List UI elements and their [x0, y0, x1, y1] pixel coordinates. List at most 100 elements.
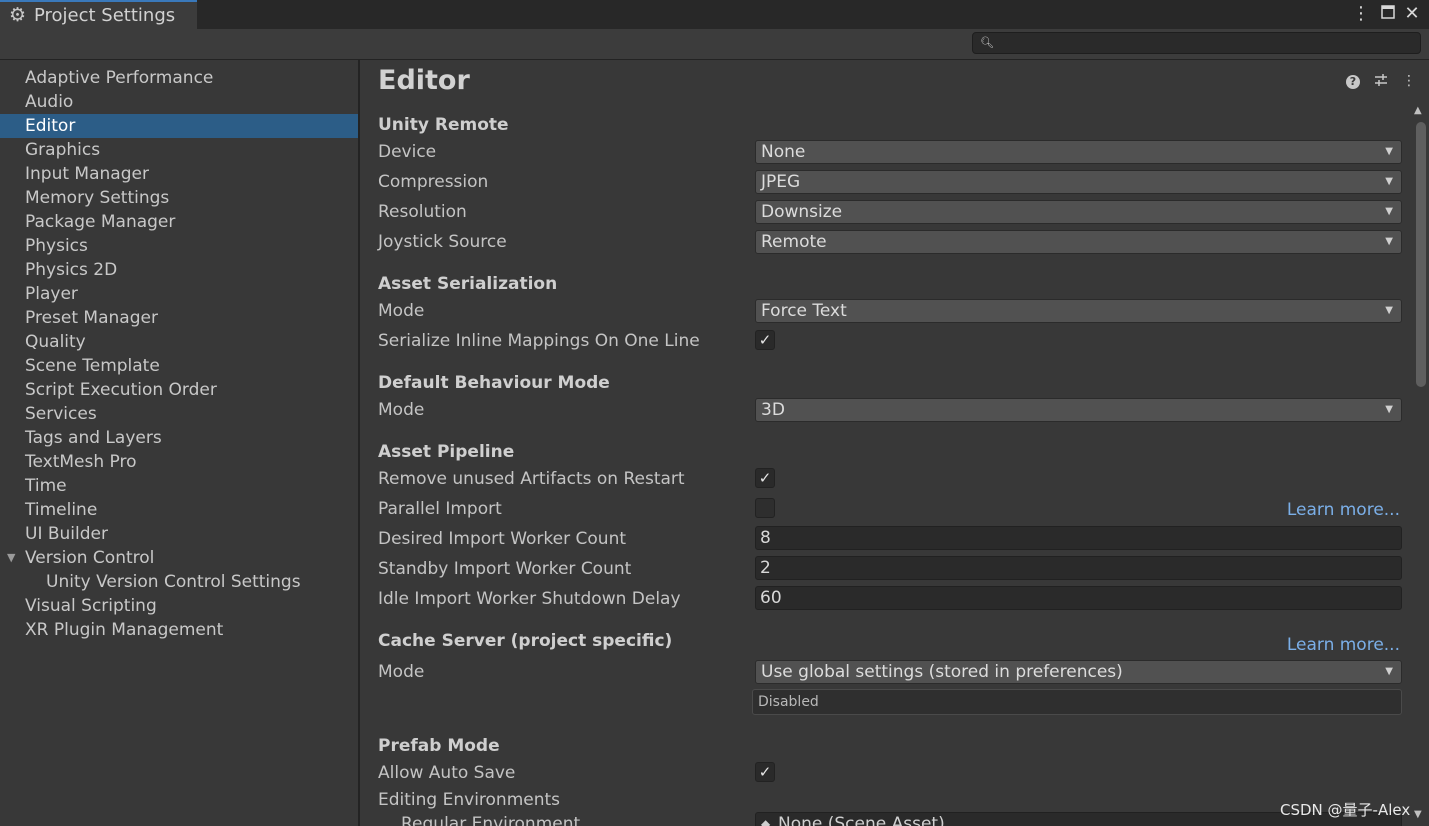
- vertical-scrollbar[interactable]: ▲ ▼: [1409, 105, 1429, 826]
- learn-more-link[interactable]: Learn more...: [1287, 635, 1400, 655]
- sidebar-item-adaptive-performance[interactable]: Adaptive Performance: [0, 66, 358, 90]
- idle-shutdown-delay-value: 60: [760, 588, 782, 608]
- regular-environment-label: Regular Environment: [401, 814, 581, 826]
- section-heading-asset-serialization: Asset Serialization: [378, 274, 558, 294]
- checkmark-icon: ✓: [758, 763, 772, 781]
- resolution-value: Downsize: [761, 202, 843, 222]
- standby-worker-count-label: Standby Import Worker Count: [378, 559, 632, 579]
- sidebar-item-label: UI Builder: [25, 524, 108, 544]
- kebab-menu-icon[interactable]: ⋮: [1400, 72, 1418, 90]
- window-title: Project Settings: [34, 5, 176, 26]
- sidebar-item-label: Tags and Layers: [25, 428, 162, 448]
- joystick-source-dropdown[interactable]: Remote ▼: [755, 230, 1402, 254]
- sidebar-item-quality[interactable]: Quality: [0, 330, 358, 354]
- compression-value: JPEG: [761, 172, 801, 192]
- dropdown-arrow-icon: ▼: [1385, 146, 1393, 157]
- device-value: None: [761, 142, 806, 162]
- scrollbar-thumb[interactable]: [1416, 122, 1426, 387]
- behaviour-mode-label: Mode: [378, 400, 425, 420]
- parallel-import-label: Parallel Import: [378, 499, 502, 519]
- sidebar-item-textmesh-pro[interactable]: TextMesh Pro: [0, 450, 358, 474]
- settings-panel: Editor ? ⋮ Unity Remote Device None ▼ Com…: [360, 60, 1429, 826]
- desired-worker-count-field[interactable]: 8: [755, 526, 1402, 550]
- sidebar-item-ui-builder[interactable]: UI Builder: [0, 522, 358, 546]
- sidebar-item-label: Unity Version Control Settings: [46, 572, 301, 592]
- sidebar-item-physics[interactable]: Physics: [0, 234, 358, 258]
- sidebar-item-visual-scripting[interactable]: Visual Scripting: [0, 594, 358, 618]
- search-input[interactable]: 🔍︎: [972, 32, 1421, 54]
- sidebar-item-graphics[interactable]: Graphics: [0, 138, 358, 162]
- expand-arrow-icon[interactable]: ▼: [7, 546, 15, 570]
- resolution-label: Resolution: [378, 202, 467, 222]
- serialization-mode-value: Force Text: [761, 301, 847, 321]
- sidebar-item-script-execution-order[interactable]: Script Execution Order: [0, 378, 358, 402]
- dropdown-arrow-icon: ▼: [1385, 305, 1393, 316]
- serialize-inline-checkbox[interactable]: ✓: [755, 330, 775, 350]
- sidebar-item-label: Time: [25, 476, 67, 496]
- sidebar-item-xr-plugin-management[interactable]: XR Plugin Management: [0, 618, 358, 642]
- editing-environments-label: Editing Environments: [378, 790, 561, 810]
- maximize-icon[interactable]: [1377, 2, 1399, 26]
- sidebar-item-time[interactable]: Time: [0, 474, 358, 498]
- sidebar-item-input-manager[interactable]: Input Manager: [0, 162, 358, 186]
- standby-worker-count-field[interactable]: 2: [755, 556, 1402, 580]
- gear-icon: ⚙: [9, 4, 27, 26]
- sidebar-item-label: Preset Manager: [25, 308, 158, 328]
- dropdown-arrow-icon: ▼: [1385, 236, 1393, 247]
- cache-server-status-box: Disabled: [752, 689, 1402, 715]
- sidebar-item-memory-settings[interactable]: Memory Settings: [0, 186, 358, 210]
- sidebar-item-tags-and-layers[interactable]: Tags and Layers: [0, 426, 358, 450]
- sidebar-item-package-manager[interactable]: Package Manager: [0, 210, 358, 234]
- sidebar-item-audio[interactable]: Audio: [0, 90, 358, 114]
- sidebar-item-scene-template[interactable]: Scene Template: [0, 354, 358, 378]
- sidebar-item-preset-manager[interactable]: Preset Manager: [0, 306, 358, 330]
- sidebar-item-label: Physics 2D: [25, 260, 118, 280]
- sidebar-item-unity-version-control-settings[interactable]: Unity Version Control Settings: [0, 570, 358, 594]
- sidebar-item-physics-2d[interactable]: Physics 2D: [0, 258, 358, 282]
- remove-unused-artifacts-checkbox[interactable]: ✓: [755, 468, 775, 488]
- joystick-source-label: Joystick Source: [378, 232, 507, 252]
- section-heading-default-behaviour-mode: Default Behaviour Mode: [378, 373, 610, 393]
- sidebar-item-editor[interactable]: Editor: [0, 114, 358, 138]
- close-icon[interactable]: ✕: [1401, 2, 1423, 26]
- sidebar-item-label: Graphics: [25, 140, 101, 160]
- window-tab[interactable]: ⚙ Project Settings: [0, 0, 197, 29]
- cache-server-mode-label: Mode: [378, 662, 425, 682]
- sidebar-item-timeline[interactable]: Timeline: [0, 498, 358, 522]
- settings-sidebar: Adaptive Performance Audio Editor Graphi…: [0, 60, 360, 826]
- scroll-down-arrow-icon[interactable]: ▼: [1414, 809, 1422, 820]
- kebab-menu-icon[interactable]: ⋮: [1350, 2, 1372, 26]
- standby-worker-count-value: 2: [760, 558, 771, 578]
- sidebar-item-services[interactable]: Services: [0, 402, 358, 426]
- section-heading-prefab-mode: Prefab Mode: [378, 736, 500, 756]
- help-icon[interactable]: ?: [1344, 72, 1362, 90]
- idle-shutdown-delay-field[interactable]: 60: [755, 586, 1402, 610]
- learn-more-link[interactable]: Learn more...: [1287, 500, 1400, 520]
- toolbar: 🔍︎: [0, 29, 1429, 60]
- sidebar-item-label: TextMesh Pro: [25, 452, 137, 472]
- sidebar-item-version-control[interactable]: ▼ Version Control: [0, 546, 358, 570]
- joystick-source-value: Remote: [761, 232, 827, 252]
- cache-server-mode-value: Use global settings (stored in preferenc…: [761, 662, 1123, 682]
- sidebar-item-label: Player: [25, 284, 78, 304]
- behaviour-mode-dropdown[interactable]: 3D ▼: [755, 398, 1402, 422]
- allow-auto-save-label: Allow Auto Save: [378, 763, 516, 783]
- compression-dropdown[interactable]: JPEG ▼: [755, 170, 1402, 194]
- allow-auto-save-checkbox[interactable]: ✓: [755, 762, 775, 782]
- sidebar-item-label: Script Execution Order: [25, 380, 217, 400]
- presets-icon[interactable]: [1372, 72, 1390, 90]
- cache-server-mode-dropdown[interactable]: Use global settings (stored in preferenc…: [755, 660, 1402, 684]
- regular-environment-value: None (Scene Asset): [778, 814, 945, 826]
- parallel-import-checkbox[interactable]: [755, 498, 775, 518]
- search-icon: 🔍︎: [980, 36, 994, 49]
- behaviour-mode-value: 3D: [761, 400, 785, 420]
- sidebar-item-player[interactable]: Player: [0, 282, 358, 306]
- device-dropdown[interactable]: None ▼: [755, 140, 1402, 164]
- dropdown-arrow-icon: ▼: [1385, 176, 1393, 187]
- idle-shutdown-delay-label: Idle Import Worker Shutdown Delay: [378, 589, 681, 609]
- scroll-up-arrow-icon[interactable]: ▲: [1414, 105, 1422, 116]
- resolution-dropdown[interactable]: Downsize ▼: [755, 200, 1402, 224]
- sidebar-item-label: Version Control: [25, 548, 155, 568]
- serialize-inline-label: Serialize Inline Mappings On One Line: [378, 331, 700, 351]
- serialization-mode-dropdown[interactable]: Force Text ▼: [755, 299, 1402, 323]
